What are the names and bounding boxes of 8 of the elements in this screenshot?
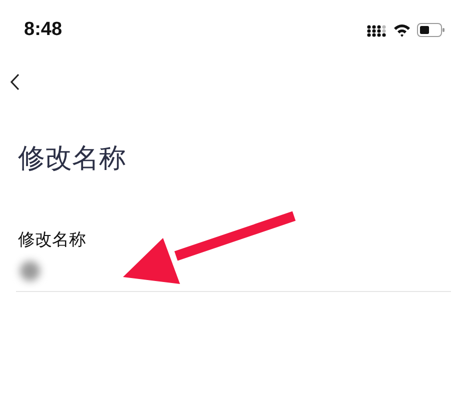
- blurred-value: [20, 261, 40, 281]
- back-icon: [10, 73, 20, 91]
- field-label: 修改名称: [18, 229, 87, 251]
- battery-icon: [417, 23, 445, 37]
- signal-icon: [367, 23, 387, 37]
- page-title: 修改名称: [18, 142, 127, 176]
- wifi-icon: [393, 23, 411, 37]
- status-time: 8:48: [24, 19, 62, 41]
